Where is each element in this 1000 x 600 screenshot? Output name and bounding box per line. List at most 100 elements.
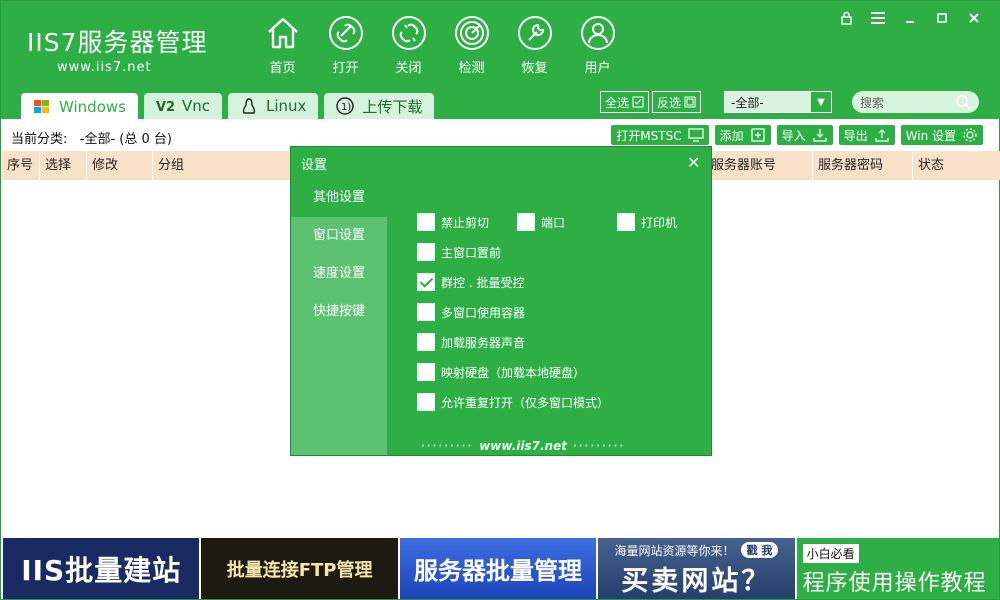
close-icon[interactable]: ✕: [687, 153, 701, 172]
col-server-account[interactable]: 服务器账号: [703, 151, 813, 180]
checkbox[interactable]: [417, 243, 435, 261]
divider: ·········: [421, 440, 474, 452]
sidebar-item-window[interactable]: 窗口设置: [291, 217, 387, 255]
options-row: 映射硬盘（加载本地硬盘）: [417, 357, 677, 387]
group-control-checkbox[interactable]: 群控 . 批量受控: [417, 273, 524, 291]
nav-label: 恢复: [521, 61, 548, 76]
win-settings-button[interactable]: Win 设置: [900, 125, 983, 145]
vnc-icon: V2: [156, 100, 174, 115]
nav-home-button[interactable]: 首页: [251, 15, 314, 76]
wrench-icon: [517, 16, 552, 50]
logo-name: IIS7服务器管理: [27, 28, 208, 57]
checkbox[interactable]: [517, 213, 535, 231]
sidebar-item-hotkeys[interactable]: 快捷按键: [291, 293, 387, 331]
main-window-top-checkbox[interactable]: 主窗口置前: [417, 243, 501, 261]
nav-restore-button[interactable]: 恢复: [503, 15, 566, 76]
settings-sidebar: 其他设置 窗口设置 速度设置 快捷按键: [291, 179, 387, 455]
banner-buy-sell[interactable]: 海量网站资源等你来！ 戳 我 买卖网站？: [598, 538, 795, 599]
col-edit[interactable]: 修改: [87, 151, 153, 180]
tab-upload[interactable]: 1) 上传下载: [324, 93, 435, 119]
menu-icon[interactable]: [869, 9, 887, 27]
user-icon: [580, 16, 615, 50]
current-category: 当前分类: -全部- (总 0 台): [11, 128, 172, 147]
import-button[interactable]: 导入: [776, 125, 833, 145]
sidebar-item-speed[interactable]: 速度设置: [291, 255, 387, 293]
chevron-down-icon[interactable]: ▼: [811, 92, 831, 112]
app-logo: IIS7服务器管理 www.iis7.net: [27, 23, 208, 75]
multi-window-container-checkbox[interactable]: 多窗口使用容器: [417, 303, 525, 321]
tab-vnc[interactable]: V2 Vnc: [143, 93, 222, 119]
export-button[interactable]: 导出: [838, 125, 895, 145]
tab-linux[interactable]: Linux: [227, 93, 319, 119]
settings-options: 禁止剪切 端口 打印机 主窗口置前 群控 . 批量受控 多窗口使用容器 加载服务…: [417, 207, 677, 417]
checkbox[interactable]: [417, 393, 435, 411]
printer-checkbox[interactable]: 打印机: [617, 213, 677, 231]
group-select[interactable]: -全部- ▼: [724, 91, 832, 113]
port-checkbox[interactable]: 端口: [517, 213, 617, 231]
select-all-button[interactable]: 全选: [600, 91, 650, 113]
options-row: 禁止剪切 端口 打印机: [417, 207, 677, 237]
tab-windows[interactable]: Windows: [21, 93, 138, 120]
option-label: 打印机: [641, 215, 678, 230]
tab-label: Vnc: [181, 97, 210, 115]
options-row: 群控 . 批量受控: [417, 267, 677, 297]
sidebar-item-other[interactable]: 其他设置: [291, 179, 387, 217]
main-nav: 首页 打开 关闭 检测 恢复 用户: [251, 15, 629, 76]
action-toolbar: 打开MSTSC 添加 导入 导出 Win 设置: [611, 125, 983, 145]
col-index[interactable]: 序号: [2, 151, 40, 180]
banner-text: 服务器批量管理: [414, 557, 583, 585]
tab-label: Windows: [59, 97, 126, 116]
banner-text: 海量网站资源等你来！: [614, 543, 735, 558]
nav-user-button[interactable]: 用户: [566, 15, 629, 76]
banner-tutorial[interactable]: 小白必看 程序使用操作教程: [796, 538, 1000, 599]
checkbox[interactable]: [617, 213, 635, 231]
category-label: 当前分类:: [11, 132, 68, 147]
add-icon: [751, 128, 765, 142]
checkbox[interactable]: [417, 333, 435, 351]
map-disk-checkbox[interactable]: 映射硬盘（加载本地硬盘）: [417, 363, 585, 381]
checkbox-checked[interactable]: [417, 273, 435, 291]
banner-server-batch[interactable]: 服务器批量管理: [399, 538, 597, 599]
allow-reopen-checkbox[interactable]: 允许重复打开（仅多窗口模式）: [417, 393, 609, 411]
maximize-icon[interactable]: [933, 9, 951, 27]
close-icon[interactable]: [965, 9, 983, 27]
nav-label: 首页: [269, 61, 296, 76]
unlink-icon: [391, 16, 426, 50]
tab-label: 上传下载: [362, 97, 423, 116]
banner-text: 程序使用操作教程: [802, 571, 987, 596]
checkbox[interactable]: [417, 363, 435, 381]
checkbox-icon: [632, 96, 644, 108]
settings-dialog: 设置 ✕ 其他设置 窗口设置 速度设置 快捷按键 禁止剪切 端口 打印机 主窗口…: [290, 146, 712, 456]
nav-close-button[interactable]: 关闭: [377, 15, 440, 76]
col-select[interactable]: 选择: [40, 151, 87, 180]
col-server-password[interactable]: 服务器密码: [813, 151, 913, 180]
radar-icon: [454, 16, 489, 50]
load-server-sound-checkbox[interactable]: 加载服务器声音: [417, 333, 525, 351]
option-label: 加载服务器声音: [441, 335, 526, 350]
option-label: 多窗口使用容器: [441, 305, 526, 320]
windows-icon: [34, 99, 49, 113]
banner-iis-batch[interactable]: IIS批量建站: [3, 538, 200, 599]
disable-clipboard-checkbox[interactable]: 禁止剪切: [417, 213, 517, 231]
add-button[interactable]: 添加: [714, 125, 771, 145]
lock-icon[interactable]: [837, 9, 855, 27]
nav-open-button[interactable]: 打开: [314, 15, 377, 76]
checkbox[interactable]: [417, 303, 435, 321]
search-input[interactable]: 搜索: [852, 91, 979, 113]
options-row: 加载服务器声音: [417, 327, 677, 357]
invert-select-button[interactable]: 反选: [652, 91, 702, 113]
nav-detect-button[interactable]: 检测: [440, 15, 503, 76]
home-icon: [267, 17, 298, 49]
checkbox[interactable]: [417, 213, 435, 231]
app-window: IIS7服务器管理 www.iis7.net 首页 打开 关闭 检测 恢复 用户…: [0, 0, 1000, 600]
invert-icon: [684, 96, 696, 108]
banner-ftp[interactable]: 批量连接FTP管理: [201, 538, 398, 599]
nav-label: 关闭: [395, 61, 422, 76]
search-icon[interactable]: [955, 94, 971, 110]
col-status[interactable]: 状态: [913, 151, 1000, 180]
open-mstsc-button[interactable]: 打开MSTSC: [611, 125, 709, 145]
minimize-icon[interactable]: [901, 9, 919, 27]
banner-text: IIS批量建站: [21, 553, 182, 587]
dialog-title: 设置: [301, 158, 328, 173]
option-label: 群控 . 批量受控: [441, 275, 525, 290]
